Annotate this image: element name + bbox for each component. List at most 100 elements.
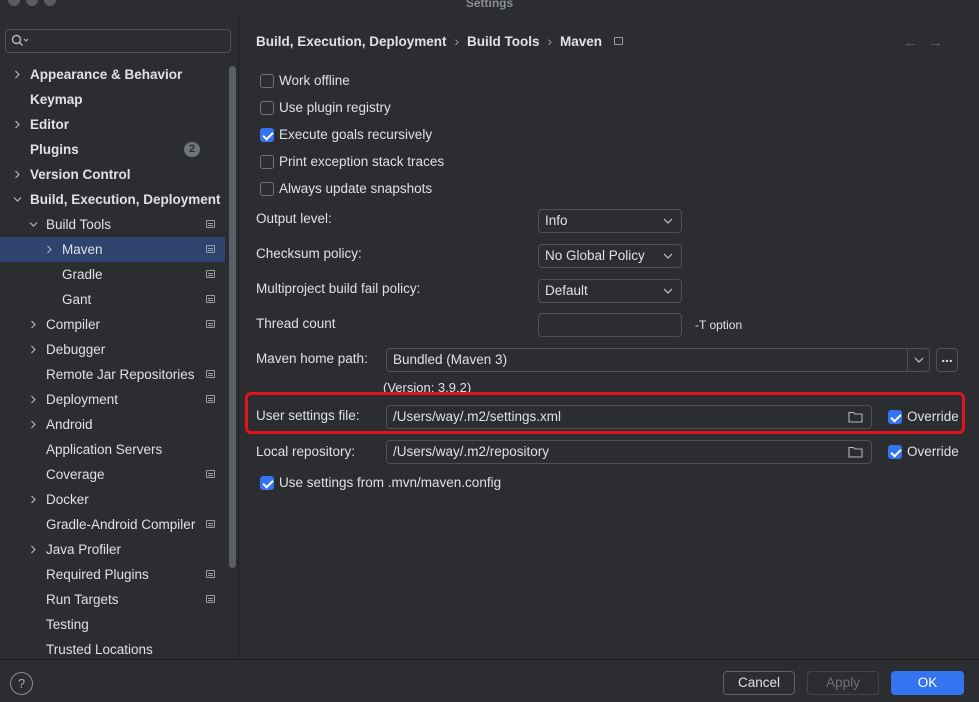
- chevron-right-icon[interactable]: [13, 170, 22, 179]
- forward-arrow-icon[interactable]: →: [928, 34, 953, 51]
- project-settings-icon: [614, 37, 624, 45]
- chevron-down-icon[interactable]: [13, 195, 22, 204]
- sidebar-item-appearance-behavior[interactable]: Appearance & Behavior: [0, 62, 225, 87]
- chevron-right-icon[interactable]: [29, 320, 38, 329]
- sidebar-item-version-control[interactable]: Version Control: [0, 162, 225, 187]
- sidebar-scrollbar[interactable]: [229, 66, 236, 568]
- back-arrow-icon[interactable]: ←: [903, 34, 928, 51]
- sidebar-item-java-profiler[interactable]: Java Profiler: [0, 537, 225, 562]
- settings-search-input[interactable]: [5, 29, 231, 53]
- sidebar-item-label: Debugger: [46, 342, 106, 357]
- window-titlebar: Settings: [0, 0, 979, 14]
- sidebar-item-compiler[interactable]: Compiler: [0, 312, 225, 337]
- output-level-select[interactable]: Info: [538, 209, 682, 233]
- select-value: Info: [545, 213, 568, 228]
- update-count-badge: 2: [184, 142, 200, 157]
- sidebar-item-required-plugins[interactable]: Required Plugins: [0, 562, 225, 587]
- apply-button[interactable]: Apply: [807, 671, 879, 695]
- sidebar-item-run-targets[interactable]: Run Targets: [0, 587, 225, 612]
- sidebar-item-gradle-android-compiler[interactable]: Gradle-Android Compiler: [0, 512, 225, 537]
- maven-home-label: Maven home path:: [256, 351, 368, 366]
- execute-goals-recursively-checkbox[interactable]: [260, 128, 274, 142]
- sidebar-item-label: Gradle-Android Compiler: [46, 517, 196, 532]
- sidebar-item-label: Compiler: [46, 317, 101, 332]
- maven-home-dropdown-button[interactable]: [907, 349, 929, 371]
- sidebar-item-application-servers[interactable]: Application Servers: [0, 437, 225, 462]
- chevron-right-icon[interactable]: [13, 70, 22, 79]
- override-label: Override: [907, 409, 959, 424]
- cancel-button[interactable]: Cancel: [723, 671, 795, 695]
- checksum-policy-label: Checksum policy:: [256, 246, 362, 261]
- chevron-right-icon[interactable]: [29, 395, 38, 404]
- sidebar-item-testing[interactable]: Testing: [0, 612, 225, 637]
- folder-icon[interactable]: [848, 446, 863, 458]
- project-settings-icon: [206, 395, 215, 403]
- sidebar-item-label: Android: [46, 417, 93, 432]
- sidebar-item-build-tools[interactable]: Build Tools: [0, 212, 225, 237]
- chevron-right-icon[interactable]: [29, 495, 38, 504]
- maven-home-combobox[interactable]: Bundled (Maven 3): [386, 348, 930, 372]
- thread-count-input[interactable]: [538, 313, 682, 337]
- multiproject-fail-policy-select[interactable]: Default: [538, 279, 682, 303]
- folder-icon[interactable]: [848, 411, 863, 423]
- checksum-policy-select[interactable]: No Global Policy: [538, 244, 682, 268]
- always-update-snapshots-checkbox[interactable]: [260, 182, 274, 196]
- user-settings-override-checkbox[interactable]: [888, 410, 902, 424]
- chevron-down-icon: [663, 253, 673, 259]
- multiproject-fail-policy-label: Multiproject build fail policy:: [256, 281, 421, 296]
- breadcrumb-separator: ›: [547, 34, 553, 49]
- search-icon: [11, 34, 29, 46]
- sidebar-item-build-execution-deployment[interactable]: Build, Execution, Deployment: [0, 187, 225, 212]
- checkbox-label: Use settings from .mvn/maven.config: [279, 475, 502, 490]
- sidebar-item-debugger[interactable]: Debugger: [0, 337, 225, 362]
- work-offline-checkbox[interactable]: [260, 74, 274, 88]
- user-settings-file-input[interactable]: /Users/way/.m2/settings.xml: [386, 405, 872, 429]
- sidebar-item-gant[interactable]: Gant: [0, 287, 225, 312]
- chevron-right-icon[interactable]: [45, 245, 54, 254]
- chevron-right-icon[interactable]: [29, 420, 38, 429]
- chevron-right-icon[interactable]: [13, 120, 22, 129]
- checkbox-label: Execute goals recursively: [279, 127, 433, 142]
- sidebar-item-label: Appearance & Behavior: [30, 67, 183, 82]
- checkbox-label: Print exception stack traces: [279, 154, 445, 169]
- checkbox-label: Always update snapshots: [279, 181, 433, 196]
- print-stack-traces-checkbox[interactable]: [260, 155, 274, 169]
- sidebar-item-coverage[interactable]: Coverage: [0, 462, 225, 487]
- sidebar-item-label: Required Plugins: [46, 567, 149, 582]
- chevron-right-icon[interactable]: [29, 545, 38, 554]
- sidebar-item-docker[interactable]: Docker: [0, 487, 225, 512]
- sidebar-item-keymap[interactable]: Keymap: [0, 87, 225, 112]
- use-mvn-config-checkbox[interactable]: [260, 476, 274, 490]
- sidebar-item-label: Build Tools: [46, 217, 112, 232]
- sidebar-item-maven[interactable]: Maven: [0, 237, 225, 262]
- local-repository-input[interactable]: /Users/way/.m2/repository: [386, 440, 872, 464]
- chevron-right-icon[interactable]: [29, 345, 38, 354]
- sidebar-item-label: Gant: [62, 292, 92, 307]
- maven-settings-panel: Build, Execution, Deployment › Build Tools…: [240, 14, 979, 659]
- maven-home-browse-button[interactable]: ...: [936, 348, 958, 372]
- sidebar-item-trusted-locations[interactable]: Trusted Locations: [0, 637, 225, 659]
- sidebar-item-label: Deployment: [46, 392, 119, 407]
- sidebar-item-label: Plugins: [30, 142, 79, 157]
- sidebar-item-deployment[interactable]: Deployment: [0, 387, 225, 412]
- sidebar-item-editor[interactable]: Editor: [0, 112, 225, 137]
- breadcrumb-item[interactable]: Build, Execution, Deployment: [256, 34, 447, 49]
- sidebar-item-gradle[interactable]: Gradle: [0, 262, 225, 287]
- project-settings-icon: [206, 470, 215, 478]
- sidebar-item-remote-jar-repositories[interactable]: Remote Jar Repositories: [0, 362, 225, 387]
- sidebar-item-label: Maven: [62, 242, 103, 257]
- sidebar-item-android[interactable]: Android: [0, 412, 225, 437]
- sidebar-item-label: Application Servers: [46, 442, 163, 457]
- breadcrumb-item[interactable]: Build Tools: [467, 34, 540, 49]
- sidebar-item-plugins[interactable]: Plugins 2: [0, 137, 225, 162]
- project-settings-icon: [206, 595, 215, 603]
- help-button[interactable]: ?: [10, 672, 33, 695]
- local-repository-override-checkbox[interactable]: [888, 445, 902, 459]
- chevron-down-icon: [914, 357, 924, 363]
- project-settings-icon: [206, 295, 215, 303]
- project-settings-icon: [206, 220, 215, 228]
- use-plugin-registry-checkbox[interactable]: [260, 101, 274, 115]
- chevron-down-icon[interactable]: [29, 220, 38, 229]
- ok-button[interactable]: OK: [891, 671, 964, 695]
- chevron-down-icon: [663, 288, 673, 294]
